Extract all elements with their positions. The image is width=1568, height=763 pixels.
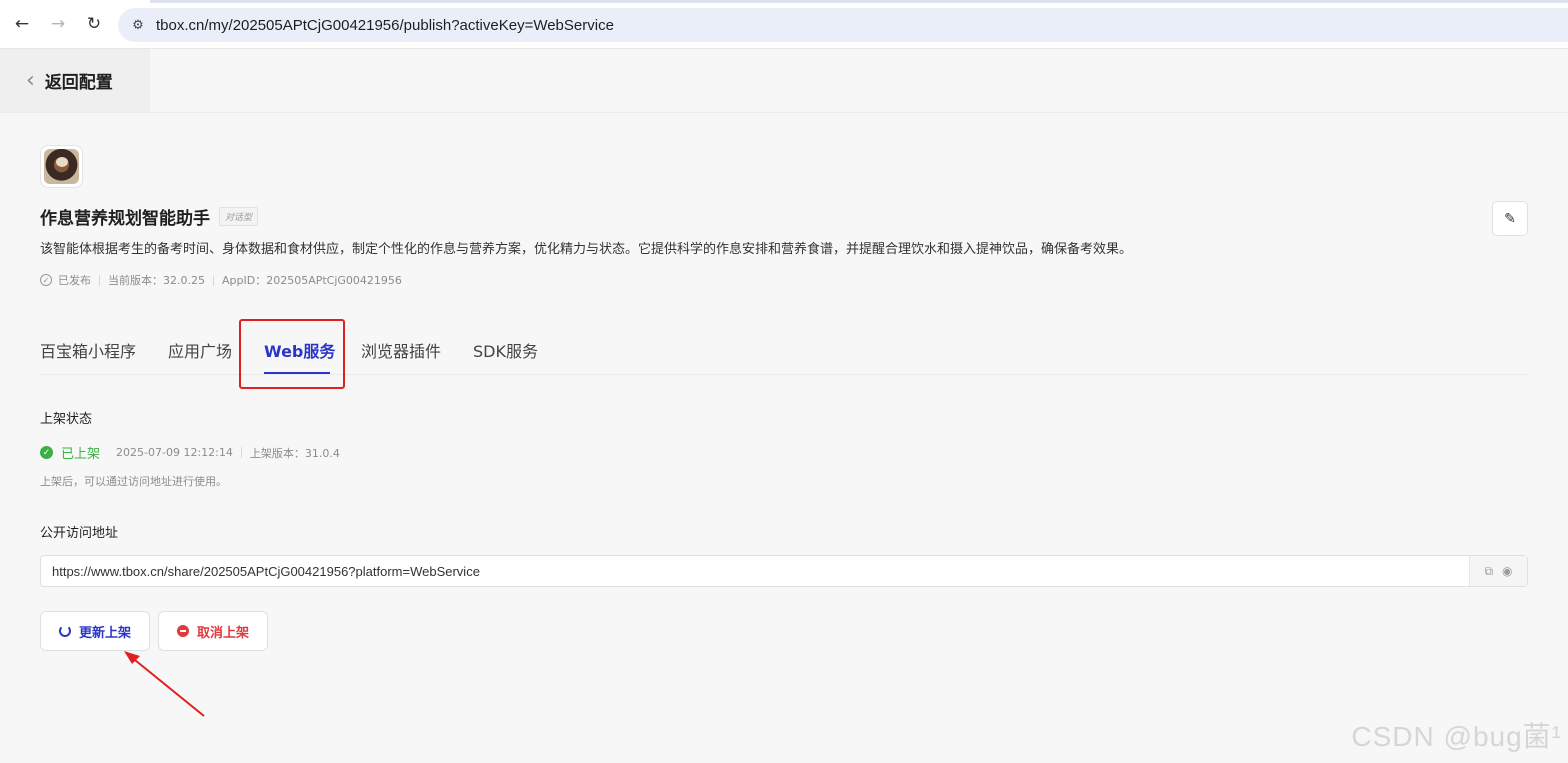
divider (240, 447, 242, 458)
app-meta: ✓ 已发布 当前版本：32.0.25 AppID：202505APtCjG004… (40, 272, 402, 288)
publish-tabs: 百宝箱小程序 应用广场 Web服务 浏览器插件 SDK服务 (40, 318, 1528, 389)
app-description: 该智能体根据考生的备考时间、身体数据和食材供应，制定个性化的作息与营养方案，优化… (40, 242, 1133, 257)
publish-status: 已发布 (58, 274, 91, 287)
check-circle-filled-icon: ✓ (40, 446, 53, 459)
eye-icon[interactable]: ◉ (1502, 564, 1512, 578)
back-to-config-label: 返回配置 (44, 73, 113, 93)
address-bar-url[interactable]: tbox.cn/my/202505APtCjG00421956/publish?… (156, 17, 614, 34)
update-listing-label: 更新上架 (78, 625, 131, 641)
public-url-title: 公开访问地址 (40, 526, 119, 541)
page-header: ‹ 返回配置 (0, 49, 1568, 113)
watermark: CSDN @bug菌¹ (1351, 721, 1562, 752)
divider (99, 274, 100, 286)
tab-app-square[interactable]: 应用广场 (168, 338, 232, 362)
check-circle-icon: ✓ (40, 274, 52, 286)
address-bar[interactable]: ⚙ tbox.cn/my/202505APtCjG00421956/publis… (118, 8, 1568, 42)
public-url-field: https://www.tbox.cn/share/202505APtCjG00… (40, 555, 1528, 587)
refresh-icon (58, 625, 71, 637)
edit-button[interactable]: ✎ (1492, 201, 1528, 236)
listing-status-row: ✓ 已上架 2025-07-09 12:12:14 上架版本：31.0.4 (40, 443, 340, 462)
tab-sdk-service[interactable]: SDK服务 (473, 338, 538, 362)
app-title-row: 作息营养规划智能助手 对话型 (40, 204, 259, 229)
tab-mini-program[interactable]: 百宝箱小程序 (40, 338, 136, 362)
app-avatar (40, 145, 83, 188)
forward-arrow-icon[interactable]: → (47, 13, 69, 35)
url-actions: ⧉ ◉ (1469, 556, 1527, 586)
listing-time: 2025-07-09 12:12:14 (116, 446, 233, 459)
back-to-config-button[interactable]: ‹ 返回配置 (0, 49, 150, 112)
reload-icon[interactable]: ↻ (83, 13, 105, 35)
minus-circle-icon (176, 625, 189, 637)
app-type-tag: 对话型 (219, 207, 259, 226)
listed-version: 上架版本：31.0.4 (249, 446, 340, 460)
app-name: 作息营养规划智能助手 (40, 209, 210, 229)
back-arrow-icon[interactable]: ← (11, 13, 33, 35)
app-avatar-image (44, 149, 79, 184)
annotation-arrow (124, 651, 205, 717)
tab-browser-plugin[interactable]: 浏览器插件 (361, 338, 441, 362)
chevron-left-icon: ‹ (26, 68, 35, 93)
browser-toolbar: ← → ↻ ⚙ tbox.cn/my/202505APtCjG00421956/… (0, 0, 1568, 49)
annotation-highlight-box (239, 319, 345, 389)
pencil-icon: ✎ (1504, 210, 1516, 227)
listing-status-text: 已上架 (61, 447, 101, 462)
browser-tab-strip (150, 0, 1568, 3)
copy-icon[interactable]: ⧉ (1484, 564, 1493, 579)
divider (213, 274, 214, 286)
site-settings-icon[interactable]: ⚙ (130, 17, 146, 33)
public-url-value[interactable]: https://www.tbox.cn/share/202505APtCjG00… (52, 564, 1469, 579)
current-version: 当前版本：32.0.25 (108, 274, 205, 287)
listing-hint: 上架后，可以通过访问地址进行使用。 (40, 475, 227, 488)
cancel-listing-label: 取消上架 (196, 625, 249, 641)
app-id: AppID：202505APtCjG00421956 (222, 274, 402, 287)
listing-status-title: 上架状态 (40, 412, 93, 427)
